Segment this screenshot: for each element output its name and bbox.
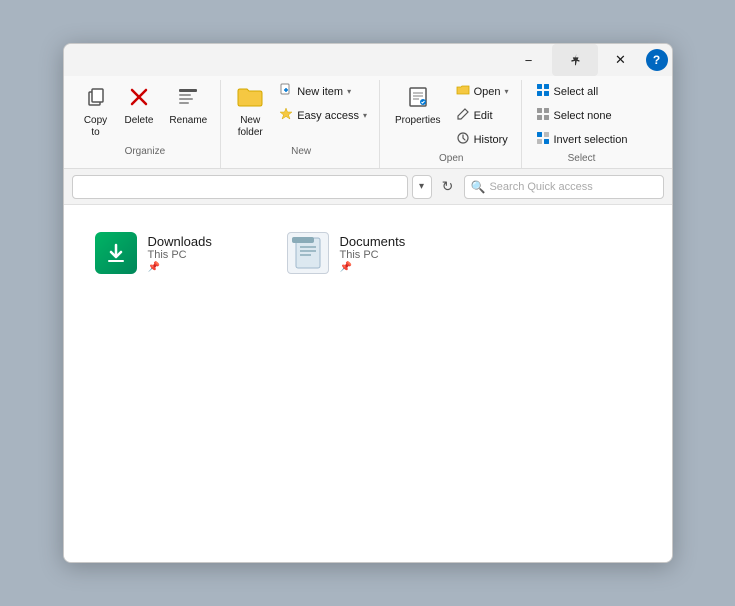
invert-selection-button[interactable]: Invert selection (530, 128, 634, 151)
refresh-button[interactable]: ↻ (436, 175, 460, 199)
new-folder-icon (236, 85, 264, 113)
delete-button[interactable]: Delete (118, 80, 161, 132)
search-bar[interactable]: 🔍 Search Quick access (464, 175, 664, 199)
history-icon (456, 131, 470, 148)
copy-to-button[interactable]: Copyto (76, 80, 116, 144)
select-all-button[interactable]: Select all (530, 80, 634, 103)
easy-access-button[interactable]: Easy access ▾ (273, 104, 373, 127)
open-button[interactable]: Open ▾ (450, 80, 515, 103)
documents-folder-icon-wrap (286, 231, 330, 275)
search-icon: 🔍 (471, 180, 486, 194)
ribbon-group-new: Newfolder New item ▾ (223, 80, 380, 168)
rename-icon (176, 85, 200, 113)
invert-selection-icon (536, 131, 550, 148)
file-explorer-window: − ✕ ? Copyto (63, 43, 673, 563)
downloads-icon (95, 232, 137, 274)
downloads-name: Downloads (148, 234, 212, 249)
ribbon: Copyto Delete Rename O (64, 76, 672, 169)
easy-access-label: Easy access (297, 110, 359, 122)
open-label: Open (474, 86, 501, 98)
documents-name: Documents (340, 234, 406, 249)
downloads-folder-icon-wrap (94, 231, 138, 275)
new-items-col: New item ▾ Easy access ▾ (273, 80, 373, 127)
new-item-button[interactable]: New item ▾ (273, 80, 373, 103)
edit-icon (456, 107, 470, 124)
refresh-icon: ↻ (442, 178, 454, 195)
new-item-icon (279, 83, 293, 100)
new-label: New (291, 146, 311, 157)
title-bar: − ✕ ? (64, 44, 672, 76)
search-placeholder: Search Quick access (489, 181, 592, 193)
history-label: History (474, 134, 508, 146)
new-item-label: New item (297, 86, 343, 98)
delete-icon (127, 85, 151, 113)
documents-subtitle: This PC (340, 249, 406, 261)
edit-button[interactable]: Edit (450, 104, 515, 127)
select-all-icon (536, 83, 550, 100)
open-items-col: Open ▾ Edit (450, 80, 515, 151)
dropdown-chevron-icon: ▾ (419, 181, 424, 192)
ribbon-group-open: Properties Open ▾ (382, 80, 522, 168)
rename-button[interactable]: Rename (162, 80, 214, 132)
select-none-icon (536, 107, 550, 124)
select-none-label: Select none (554, 110, 612, 122)
new-folder-button[interactable]: Newfolder (229, 80, 271, 144)
organize-label: Organize (125, 146, 166, 157)
content-area: Downloads This PC 📌 (64, 205, 672, 562)
history-button[interactable]: History (450, 128, 515, 151)
open-group-label: Open (439, 153, 463, 164)
pin-button[interactable] (552, 44, 598, 76)
select-group-label: Select (568, 153, 596, 164)
invert-selection-label: Invert selection (554, 134, 628, 146)
downloads-pin-icon: 📌 (148, 262, 212, 273)
select-all-label: Select all (554, 86, 599, 98)
downloads-info: Downloads This PC 📌 (148, 234, 212, 273)
folder-grid: Downloads This PC 📌 (88, 225, 648, 281)
documents-info: Documents This PC 📌 (340, 234, 406, 273)
list-item[interactable]: Documents This PC 📌 (280, 225, 440, 281)
address-bar[interactable] (72, 175, 408, 199)
select-none-button[interactable]: Select none (530, 104, 634, 127)
ribbon-group-select: Select all Select none Inv (524, 80, 640, 168)
path-dropdown[interactable]: ▾ (412, 175, 432, 199)
documents-pin-icon: 📌 (340, 262, 406, 273)
properties-icon (406, 85, 430, 113)
edit-label: Edit (474, 110, 493, 122)
documents-icon (287, 232, 329, 274)
minimize-button[interactable]: − (506, 44, 552, 76)
close-button[interactable]: ✕ (598, 44, 644, 76)
nav-bar: ▾ ↻ 🔍 Search Quick access (64, 169, 672, 205)
ribbon-group-organize: Copyto Delete Rename O (70, 80, 222, 168)
open-dropdown-icon: ▾ (504, 87, 508, 96)
select-items-col: Select all Select none Inv (530, 80, 634, 151)
help-button[interactable]: ? (646, 49, 668, 71)
easy-access-dropdown-icon: ▾ (363, 111, 367, 120)
downloads-subtitle: This PC (148, 249, 212, 261)
easy-access-icon (279, 107, 293, 124)
copy-icon (84, 85, 108, 113)
new-item-dropdown-icon: ▾ (347, 87, 351, 96)
properties-button[interactable]: Properties (388, 80, 448, 132)
list-item[interactable]: Downloads This PC 📌 (88, 225, 248, 281)
open-icon (456, 83, 470, 100)
